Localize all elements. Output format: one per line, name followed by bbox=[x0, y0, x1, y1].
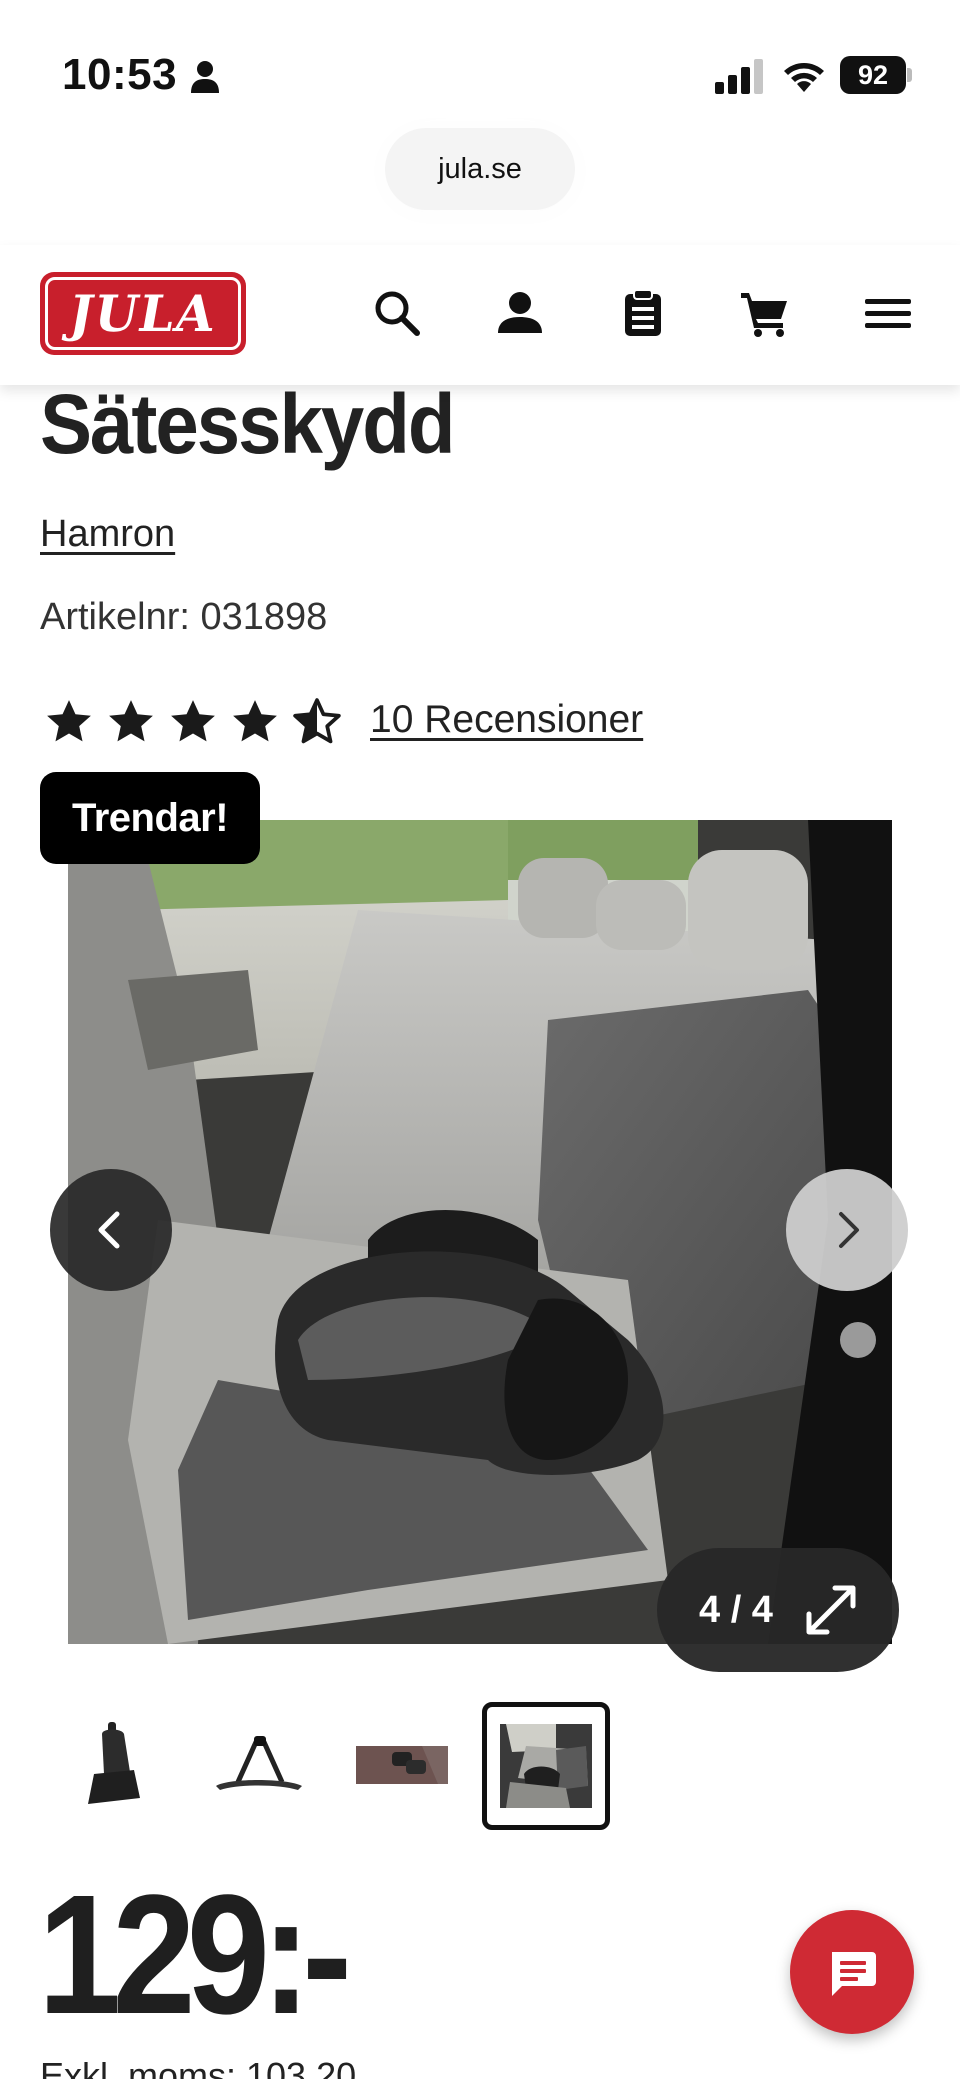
previous-image-button[interactable] bbox=[50, 1169, 172, 1291]
wifi-icon bbox=[784, 63, 824, 92]
car-interior-thumb bbox=[500, 1724, 592, 1808]
chat-button[interactable] bbox=[790, 1910, 914, 2034]
thumbnail-3[interactable] bbox=[338, 1702, 466, 1830]
jula-logo[interactable]: JULA bbox=[40, 272, 246, 355]
logo-text: JULA bbox=[65, 284, 221, 343]
reviews-link[interactable]: 10 Recensioner bbox=[370, 698, 643, 742]
thumbnail-strip bbox=[50, 1702, 610, 1830]
status-time: 10:53 bbox=[62, 50, 178, 99]
star-full-icon bbox=[171, 700, 215, 742]
trending-badge: Trendar! bbox=[40, 772, 261, 864]
carry-handle-thumb bbox=[216, 1736, 302, 1790]
battery-level: 92 bbox=[840, 56, 906, 94]
chevron-right-icon bbox=[839, 1212, 859, 1248]
brand-link[interactable]: Hamron bbox=[40, 513, 175, 556]
image-counter-fullscreen[interactable]: 4 / 4 bbox=[657, 1548, 899, 1672]
isofix-guides-thumb bbox=[356, 1746, 448, 1784]
battery-tip bbox=[907, 68, 912, 82]
thumbnail-4[interactable] bbox=[482, 1702, 610, 1830]
battery-indicator: 92 bbox=[840, 56, 912, 94]
star-full-icon bbox=[109, 700, 153, 742]
price-excl-vat: Exkl. moms: 103,20 bbox=[40, 2055, 357, 2079]
logo-frame: JULA bbox=[45, 277, 241, 350]
chevron-left-icon bbox=[98, 1211, 120, 1249]
seat-protector-thumb bbox=[88, 1722, 140, 1804]
chat-icon bbox=[832, 1952, 876, 1996]
cellular-signal-icon bbox=[715, 59, 763, 94]
product-image[interactable] bbox=[68, 820, 892, 1644]
menu-icon[interactable] bbox=[860, 285, 916, 341]
car-seat-photo bbox=[68, 820, 892, 1644]
image-counter: 4 / 4 bbox=[699, 1588, 773, 1631]
star-half-icon bbox=[293, 698, 341, 744]
site-header: JULA bbox=[0, 245, 960, 385]
person-icon bbox=[191, 61, 219, 93]
next-image-button[interactable] bbox=[786, 1169, 908, 1291]
thumbnail-2[interactable] bbox=[194, 1702, 322, 1830]
rating-stars[interactable] bbox=[44, 697, 342, 747]
expand-icon bbox=[806, 1585, 856, 1635]
cart-icon[interactable] bbox=[737, 285, 793, 341]
article-number: Artikelnr: 031898 bbox=[40, 596, 328, 638]
search-icon[interactable] bbox=[369, 285, 425, 341]
account-icon[interactable] bbox=[492, 285, 548, 341]
product-title: Sätesskydd bbox=[40, 376, 456, 472]
browser-url-bar[interactable]: jula.se bbox=[385, 128, 575, 210]
price: 129:- bbox=[38, 1860, 352, 2050]
clipboard-icon[interactable] bbox=[615, 285, 671, 341]
star-full-icon bbox=[233, 700, 277, 742]
thumbnail-1[interactable] bbox=[50, 1702, 178, 1830]
star-full-icon bbox=[47, 700, 91, 742]
